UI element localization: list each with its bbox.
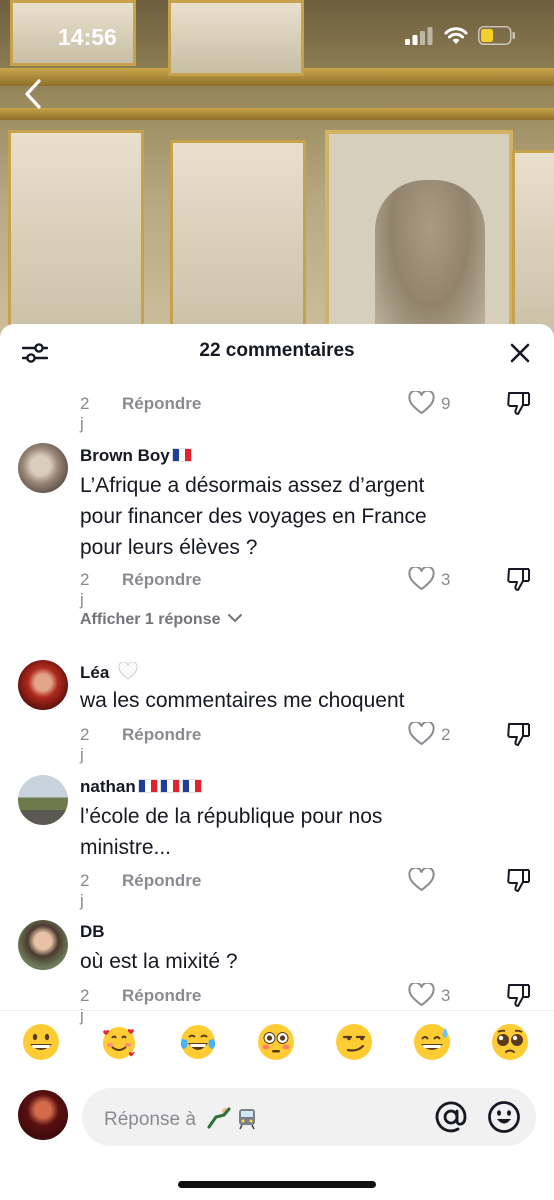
dislike-icon[interactable] xyxy=(506,867,532,893)
pleading-face-emoji[interactable] xyxy=(491,1023,529,1061)
comment-username[interactable]: DB xyxy=(80,922,105,942)
comment-username[interactable]: Léa xyxy=(80,662,138,683)
dislike-icon[interactable] xyxy=(506,390,532,416)
dislike-icon[interactable] xyxy=(506,721,532,747)
emoji-picker-icon[interactable] xyxy=(487,1100,521,1134)
france-flag-icon xyxy=(137,779,158,793)
comments-count-title: 22 commentaires xyxy=(199,340,355,361)
reply-button[interactable]: Répondre xyxy=(122,570,201,590)
reply-button[interactable]: Répondre xyxy=(122,394,201,414)
reply-button[interactable]: Répondre xyxy=(122,725,201,745)
comment-age: 2 j xyxy=(80,394,90,433)
grinning-face-emoji[interactable] xyxy=(22,1023,60,1061)
comment-username[interactable]: nathan xyxy=(80,777,202,797)
avatar[interactable] xyxy=(18,660,68,710)
back-button[interactable] xyxy=(22,78,46,110)
france-flag-icon xyxy=(159,779,180,793)
dislike-icon[interactable] xyxy=(506,566,532,592)
home-indicator xyxy=(178,1181,376,1188)
wifi-icon xyxy=(444,27,468,44)
smiling-face-with-hearts-emoji[interactable] xyxy=(100,1023,138,1061)
like-count: 2 xyxy=(441,725,451,744)
reply-button[interactable]: Répondre xyxy=(122,871,201,891)
flushed-face-emoji[interactable] xyxy=(257,1023,295,1061)
comment-text: l’école de la république pour nos minist… xyxy=(80,805,383,859)
close-icon[interactable] xyxy=(510,343,530,363)
battery-icon xyxy=(478,26,515,45)
avatar[interactable] xyxy=(18,775,68,825)
dislike-icon[interactable] xyxy=(506,982,532,1008)
grinning-sweat-emoji[interactable] xyxy=(413,1023,451,1061)
like-count: 3 xyxy=(441,570,451,589)
like-heart-icon[interactable] xyxy=(408,868,435,892)
like-heart-icon[interactable] xyxy=(408,722,435,746)
my-avatar[interactable] xyxy=(18,1090,68,1140)
sheet-header: 22 commentaires xyxy=(0,324,554,380)
like-count: 3 xyxy=(441,986,451,1005)
like-heart-icon[interactable] xyxy=(408,983,435,1007)
mention-at-icon[interactable] xyxy=(434,1100,468,1134)
comment-text: où est la mixité ? xyxy=(80,950,238,973)
status-time: 14:56 xyxy=(58,24,117,50)
comment-text: wa les commentaires me choquent xyxy=(80,689,405,712)
smirking-face-emoji[interactable] xyxy=(335,1023,373,1061)
status-bar: 14:56 xyxy=(0,0,554,70)
france-flag-icon xyxy=(171,448,192,462)
emoji-quick-row xyxy=(0,1010,554,1065)
comments-sheet: 22 commentaires 2 j Répondre 9 Brown Boy… xyxy=(0,324,554,1200)
reply-input-row: Réponse à xyxy=(0,1084,554,1154)
cellular-signal-icon xyxy=(405,27,433,45)
comment-age: 2 j xyxy=(80,871,90,910)
chevron-down-icon xyxy=(227,614,242,623)
tears-of-joy-emoji[interactable] xyxy=(179,1023,217,1061)
comment-username[interactable]: Brown Boy xyxy=(80,446,192,466)
gymnast-emoji-icon xyxy=(207,1107,231,1129)
like-heart-icon[interactable] xyxy=(408,567,435,591)
avatar[interactable] xyxy=(18,443,68,493)
like-count: 9 xyxy=(441,394,451,413)
view-replies-button[interactable]: Afficher 1 réponse xyxy=(80,611,243,629)
tram-emoji-icon xyxy=(239,1109,256,1130)
reply-placeholder: Réponse à xyxy=(104,1106,258,1131)
reply-input[interactable]: Réponse à xyxy=(82,1088,536,1146)
comment-age: 2 j xyxy=(80,570,90,609)
france-flag-icon xyxy=(181,779,202,793)
comment-age: 2 j xyxy=(80,725,90,764)
avatar[interactable] xyxy=(18,920,68,970)
reply-button[interactable]: Répondre xyxy=(122,986,201,1006)
comment-text: L’Afrique a désormais assez d’argent pou… xyxy=(80,474,427,559)
white-heart-icon xyxy=(118,662,138,680)
like-heart-icon[interactable] xyxy=(408,391,435,415)
